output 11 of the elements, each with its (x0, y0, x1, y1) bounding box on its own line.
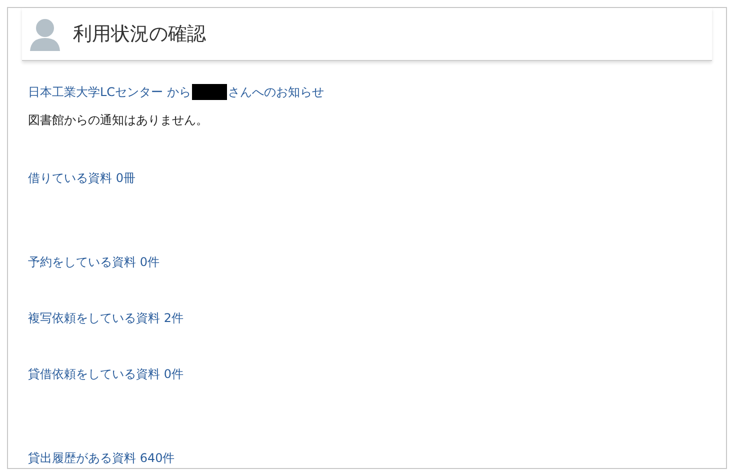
notice-link[interactable]: さんへのお知らせ (228, 83, 324, 101)
user-avatar-icon (30, 17, 60, 51)
status-link[interactable]: 貸出履歴がある資料 640件 (28, 449, 175, 467)
notice-message: 図書館からの通知はありません。 (27, 112, 209, 129)
notice-link[interactable]: 日本工業大学LCセンター から (28, 83, 191, 101)
status-link[interactable]: 予約をしている資料 0件 (28, 253, 160, 271)
status-link[interactable]: 貸借依頼をしている資料 0件 (28, 365, 184, 383)
status-link[interactable]: 借りている資料 0冊 (28, 169, 136, 187)
page-title: 利用状況の確認 (73, 22, 206, 46)
status-link[interactable]: 複写依頼をしている資料 2件 (28, 309, 184, 327)
redaction-bar (192, 84, 227, 100)
